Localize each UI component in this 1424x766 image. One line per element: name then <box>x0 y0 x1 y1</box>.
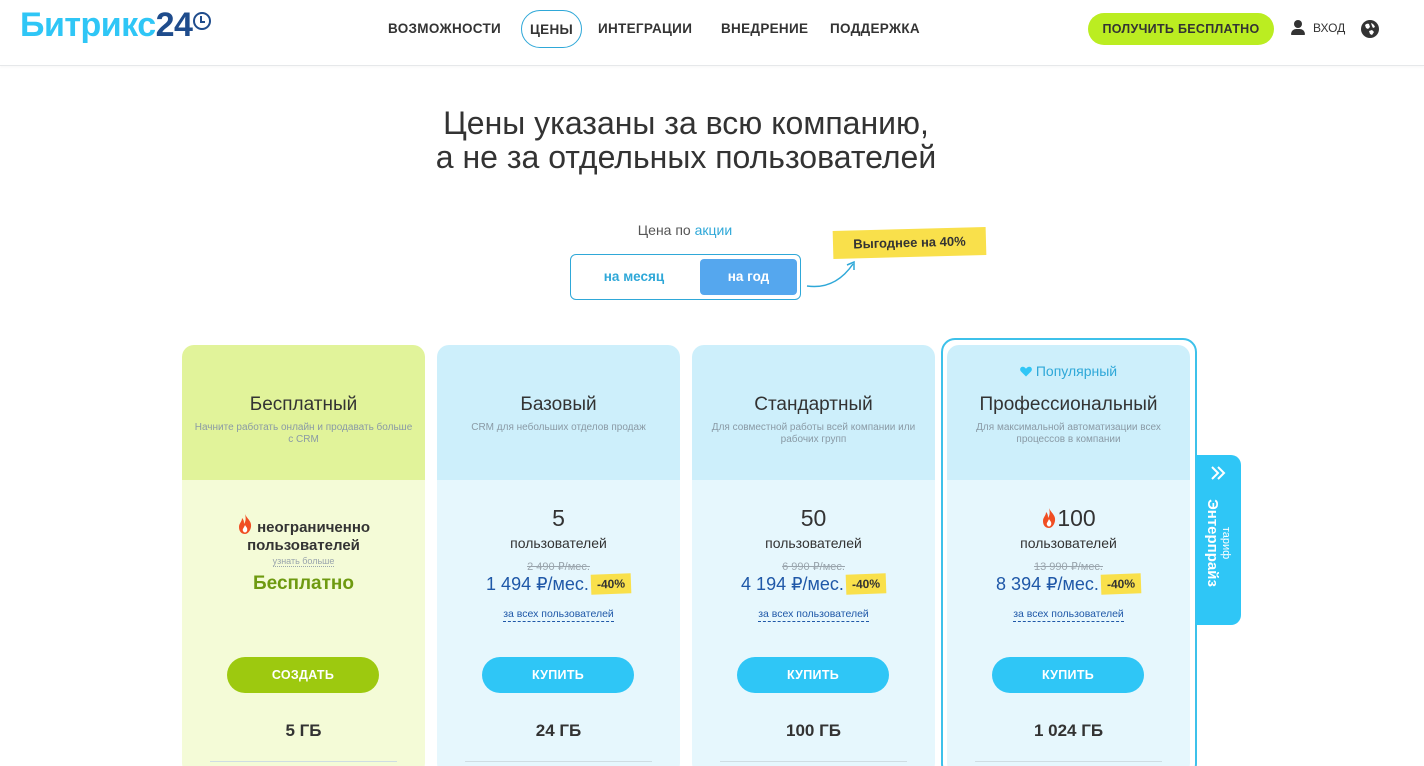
old-price: 6 990 ₽/мес. <box>782 561 845 573</box>
toggle-year[interactable]: на год <box>700 259 797 295</box>
plan-card-basic: Базовый CRM для небольших отделов продаж… <box>437 345 680 766</box>
nav-prices[interactable]: ЦЕНЫ <box>521 10 583 48</box>
heading-line-1: Цены указаны за всю компанию, <box>443 105 929 141</box>
users-label: пользователей <box>1020 535 1117 551</box>
period-toggle: на месяц на год <box>570 254 801 300</box>
plan-desc: Для совместной работы всей компании или … <box>711 422 916 445</box>
enterprise-big-label: Энтерпрайз <box>1204 499 1221 587</box>
plan-card-professional: Популярный Профессиональный Для максимал… <box>947 345 1190 766</box>
site-header: Битрикс 24 ВОЗМОЖНОСТИ ЦЕНЫ ИНТЕГРАЦИИ ВН… <box>0 0 1424 66</box>
divider <box>465 761 652 762</box>
divider <box>210 761 397 762</box>
heading-line-2: а не за отдельных пользователей <box>435 139 937 175</box>
plan-storage: 5 ГБ <box>285 721 322 740</box>
per-all-users-label: за всех пользователей <box>1013 608 1124 622</box>
plan-title: Бесплатный <box>249 394 358 415</box>
plan-price: 8 394 ₽/мес. <box>996 574 1099 594</box>
plan-desc: Начните работать онлайн и продавать боль… <box>194 422 413 445</box>
nav-features[interactable]: ВОЗМОЖНОСТИ <box>388 10 501 48</box>
per-all-users-link[interactable]: за всех пользователей <box>692 608 935 622</box>
nav-support[interactable]: ПОДДЕРЖКА <box>830 10 920 48</box>
old-price: 13 990 ₽/мес. <box>1034 561 1103 573</box>
discount-badge: -40% <box>590 573 632 595</box>
nav-integrations[interactable]: ИНТЕГРАЦИИ <box>598 10 692 48</box>
price-row: 4 194 ₽/мес. -40% <box>692 573 935 595</box>
buy-button[interactable]: КУПИТЬ <box>737 657 889 693</box>
heart-icon <box>1020 366 1032 377</box>
users-label: пользователей <box>765 535 862 551</box>
buy-button[interactable]: КУПИТЬ <box>482 657 634 693</box>
plan-header: Бесплатный Начните работать онлайн и про… <box>182 345 425 480</box>
plan-title: Стандартный <box>754 394 873 415</box>
users-unlimited-line2: пользователей <box>247 537 360 554</box>
popular-badge: Популярный <box>947 363 1190 379</box>
enterprise-tab[interactable]: тариф Энтерпрайз <box>1196 455 1241 625</box>
discount-badge: -40% <box>845 573 887 595</box>
nav-implementation[interactable]: ВНЕДРЕНИЕ <box>721 10 808 48</box>
enterprise-label: тариф Энтерпрайз <box>1204 499 1232 587</box>
plan-desc: CRM для небольших отделов продаж <box>471 422 646 433</box>
price-label: Цена по акции <box>560 222 810 238</box>
old-price: 2 490 ₽/мес. <box>527 561 590 573</box>
users-unlimited-line1: неограниченно <box>257 519 371 536</box>
price-label-accent: акции <box>694 222 733 238</box>
per-all-users-label: за всех пользователей <box>758 608 869 622</box>
double-chevron-icon <box>1211 466 1226 480</box>
logo-number: 24 <box>155 6 193 44</box>
plan-storage: 24 ГБ <box>535 721 582 740</box>
enterprise-small-label: тариф <box>1220 526 1232 560</box>
plan-storage: 1 024 ГБ <box>1033 721 1104 740</box>
login-label: ВХОД <box>1313 21 1346 35</box>
users-unlimited: неограниченно пользователей <box>182 513 425 555</box>
page-heading: Цены указаны за всю компанию, а не за от… <box>0 106 1372 174</box>
price-label-prefix: Цена по <box>637 222 691 238</box>
plan-card-standard: Стандартный Для совместной работы всей к… <box>692 345 935 766</box>
divider <box>975 761 1162 762</box>
plan-storage: 100 ГБ <box>786 721 841 740</box>
users-label: пользователей <box>510 535 607 551</box>
get-free-button[interactable]: ПОЛУЧИТЬ БЕСПЛАТНО <box>1088 13 1274 45</box>
plan-title: Базовый <box>520 394 597 415</box>
users-count: 5 <box>552 505 565 531</box>
users-count: 100 <box>1057 505 1096 531</box>
price-row: 8 394 ₽/мес. -40% <box>947 573 1190 595</box>
learn-more-link[interactable]: узнать больше <box>182 556 425 567</box>
users-count-row: 100 <box>947 505 1190 532</box>
plan-price: 1 494 ₽/мес. <box>486 574 589 594</box>
plan-header: Базовый CRM для небольших отделов продаж <box>437 345 680 480</box>
per-all-users-link[interactable]: за всех пользователей <box>437 608 680 622</box>
users-count: 50 <box>800 505 827 531</box>
fire-icon <box>1043 508 1056 528</box>
toggle-month[interactable]: на месяц <box>575 259 693 295</box>
login-link[interactable]: ВХОД <box>1291 20 1345 36</box>
plan-price: 4 194 ₽/мес. <box>741 574 844 594</box>
fire-icon <box>238 514 252 534</box>
divider <box>720 761 907 762</box>
create-button[interactable]: СОЗДАТЬ <box>227 657 379 693</box>
popular-label: Популярный <box>1035 363 1118 379</box>
plan-desc: Для максимальной автоматизации всех проц… <box>976 422 1161 445</box>
logo-text: Битрикс <box>20 6 156 44</box>
curved-arrow-icon <box>806 260 855 288</box>
plan-header: Стандартный Для совместной работы всей к… <box>692 345 935 480</box>
user-icon <box>1291 20 1305 36</box>
plan-card-free: Бесплатный Начните работать онлайн и про… <box>182 345 425 766</box>
logo[interactable]: Битрикс 24 <box>20 6 212 45</box>
per-all-users-link[interactable]: за всех пользователей <box>947 608 1190 622</box>
plan-title: Профессиональный <box>979 394 1158 415</box>
price-row: 1 494 ₽/мес. -40% <box>437 573 680 595</box>
per-all-users-label: за всех пользователей <box>503 608 614 622</box>
clock-icon <box>193 12 212 30</box>
discount-badge: -40% <box>1100 573 1142 595</box>
promo-badge: Выгоднее на 40% <box>832 227 987 259</box>
learn-more-label: узнать больше <box>272 556 335 567</box>
plan-header: Популярный Профессиональный Для максимал… <box>947 345 1190 480</box>
globe-icon[interactable] <box>1360 19 1380 39</box>
plan-price: Бесплатно <box>252 573 355 594</box>
buy-button[interactable]: КУПИТЬ <box>992 657 1144 693</box>
